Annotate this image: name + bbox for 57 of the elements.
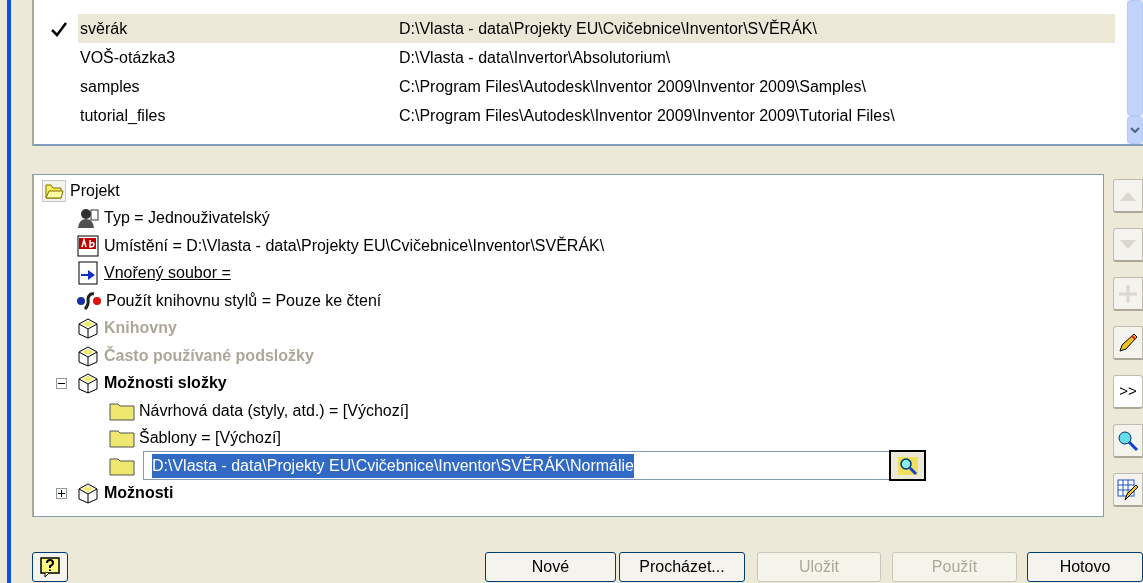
- triangle-up-icon: [1120, 190, 1136, 201]
- toolbar-button[interactable]: [1113, 473, 1143, 507]
- box-icon: [76, 371, 100, 396]
- project-path: D:\Vlasta - data\Projekty EU\Cvičebnice\Inventor\SVĚRÁK\: [399, 18, 817, 39]
- project-row[interactable]: tutorial_files C:\Program Files\Autodesk\Inventor 2009\Inventor 2009\Tutorial Files\: [78, 101, 1115, 130]
- chevron-down-icon: [1130, 127, 1140, 133]
- browse-button[interactable]: [889, 450, 926, 482]
- folder-icon: [109, 455, 135, 476]
- box-icon: [76, 316, 100, 341]
- folder-icon: [109, 428, 135, 449]
- project-name: tutorial_files: [80, 105, 167, 126]
- expand-toggle[interactable]: [56, 487, 67, 499]
- dialog-button[interactable]: Nové: [485, 552, 616, 582]
- project-row[interactable]: VOŠ-otázka3 D:\Vlasta - data\Invertor\Absolutorium\: [78, 43, 1115, 72]
- collapse-toggle[interactable]: [56, 377, 67, 389]
- plus-icon: [58, 489, 65, 497]
- project-path: C:\Program Files\Autodesk\Inventor 2009\Inventor 2009\Samples\: [399, 76, 866, 97]
- toolbar-button[interactable]: [1113, 326, 1143, 360]
- dialog-button[interactable]: Procházet...: [619, 552, 745, 582]
- open-folder-icon: [42, 179, 66, 202]
- tree-item-label[interactable]: Projekt: [70, 178, 120, 203]
- tree-item-label[interactable]: Použít knihovnu stylů = Pouze ke čtení: [106, 288, 382, 313]
- help-button[interactable]: [32, 552, 68, 582]
- project-row[interactable]: samples C:\Program Files\Autodesk\Inventor 2009\Inventor 2009\Samples\: [78, 72, 1115, 101]
- project-name: svěrák: [80, 18, 129, 39]
- plus-icon: [1119, 284, 1137, 303]
- tree-item-label[interactable]: Vnořený soubor =: [104, 261, 231, 286]
- tree-item-label[interactable]: Typ = Jednouživatelský: [104, 206, 270, 231]
- project-row[interactable]: svěrák D:\Vlasta - data\Projekty EU\Cvičebnice\Inventor\SVĚRÁK\: [78, 14, 1115, 43]
- dialog-button[interactable]: Hotovo: [1027, 552, 1143, 582]
- table-pencil-icon: [1117, 478, 1139, 501]
- tree-item-label[interactable]: Návrhová data (styly, atd.) = [Výchozí]: [139, 398, 409, 423]
- folder-icon: [109, 400, 135, 421]
- path-input-field[interactable]: D:\Vlasta - data\Projekty EU\Cvičebnice\Inventor\SVĚRÁK\Normálie: [143, 451, 891, 481]
- text-field-icon: [76, 233, 100, 258]
- scroll-thumb[interactable]: [1127, 0, 1143, 116]
- tree-item-label[interactable]: Možnosti složky: [104, 371, 227, 396]
- project-name: samples: [80, 76, 141, 97]
- tree-item-label[interactable]: Šablony = [Výchozí]: [139, 426, 281, 451]
- project-name: VOŠ-otázka3: [80, 47, 177, 68]
- toolbar-button[interactable]: [1113, 424, 1143, 458]
- toolbar-button[interactable]: >>: [1113, 375, 1143, 409]
- tree-item-label[interactable]: Možnosti: [104, 481, 174, 506]
- magnifier-icon: [895, 454, 920, 477]
- tree-item-label[interactable]: Umístění = D:\Vlasta - data\Projekty EU\Cvičebnice\Inventor\SVĚRÁK\: [104, 233, 605, 258]
- pencil-icon: [1118, 332, 1138, 353]
- project-path: D:\Vlasta - data\Invertor\Absolutorium\: [399, 47, 671, 68]
- project-path: C:\Program Files\Autodesk\Inventor 2009\Inventor 2009\Tutorial Files\: [399, 105, 895, 126]
- magnifier-icon: [1117, 429, 1139, 452]
- linked-file-icon: [76, 261, 100, 286]
- scrollbar[interactable]: [1127, 0, 1143, 144]
- help-icon: [39, 556, 61, 578]
- scroll-down-button[interactable]: [1127, 116, 1143, 144]
- style-library-icon: [76, 290, 102, 311]
- box-icon: [76, 481, 100, 506]
- triangle-down-icon: [1120, 239, 1136, 250]
- person-icon: [76, 207, 100, 230]
